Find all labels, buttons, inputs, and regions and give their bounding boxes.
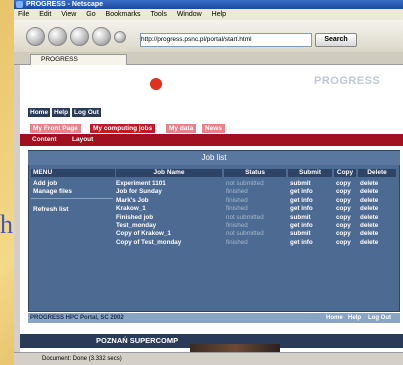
pionier-logo: PIONIER [120, 84, 147, 91]
job-row-status: finished [226, 222, 248, 229]
menu-edit[interactable]: Edit [39, 11, 51, 18]
window-titlebar: PROGRESS - Netscape [14, 0, 403, 9]
sun-logo: Sun [68, 76, 89, 91]
job-row-submit[interactable]: get info [290, 205, 313, 213]
job-row-status: not submitted [226, 213, 264, 221]
job-row-delete[interactable]: delete [360, 180, 378, 188]
job-row-status: finished [226, 205, 248, 213]
job-row-status: finished [226, 196, 248, 204]
job-row-name[interactable]: Job for Sunday [116, 188, 162, 196]
window-title: PROGRESS - Netscape [26, 1, 104, 8]
menu-file[interactable]: File [18, 11, 29, 18]
job-row-delete[interactable]: delete [360, 230, 378, 238]
status-text: Document: Done (3.332 secs) [42, 356, 122, 362]
job-row-delete[interactable]: delete [360, 188, 378, 196]
job-row-name[interactable]: Experiment 1101 [116, 180, 166, 188]
job-row-copy[interactable]: copy [336, 180, 351, 188]
col-delete[interactable]: Delete [358, 169, 396, 177]
job-row-submit[interactable]: get info [290, 188, 313, 196]
job-row-delete[interactable]: delete [360, 222, 378, 230]
job-row-status: not submitted [226, 230, 264, 238]
tab-my-computing-jobs[interactable]: My computing jobs [90, 124, 156, 133]
tab-my-data[interactable]: My data [166, 124, 197, 133]
subtab-content[interactable]: Content [32, 134, 57, 146]
top-link-home[interactable]: Home [28, 108, 51, 117]
kbn-logo: kbn [24, 77, 46, 91]
home-icon[interactable] [114, 31, 126, 43]
url-field[interactable]: http://progress.psnc.pl/portal/start.htm… [140, 33, 312, 47]
job-row-name[interactable]: Test_monday [116, 222, 156, 230]
subtab-layout[interactable]: Layout [72, 134, 93, 146]
pionier-mark-icon [148, 76, 164, 92]
job-row-status: not submitted [226, 180, 264, 187]
job-row-copy[interactable]: copy [336, 188, 351, 196]
job-row-delete[interactable]: delete [360, 205, 378, 213]
job-row-submit[interactable]: submit [290, 230, 311, 238]
top-link-help[interactable]: Help [52, 108, 71, 117]
menu-add-job[interactable]: Add job [33, 180, 57, 187]
job-row-delete[interactable]: delete [360, 239, 378, 247]
menu-divider [31, 198, 113, 199]
job-row-submit[interactable]: get info [290, 222, 313, 230]
footer-copyright: PROGRESS HPC Portal, SC 2002 [30, 315, 124, 321]
job-row-copy[interactable]: copy [336, 205, 351, 213]
tab-news[interactable]: News [202, 124, 225, 133]
col-submit[interactable]: Submit [288, 169, 332, 177]
job-row-status: finished [226, 238, 248, 246]
bottom-banner-text: POZNAŃ SUPERCOMP [96, 336, 179, 345]
job-row-name[interactable]: Krakow_1 [116, 205, 146, 213]
job-row-copy[interactable]: copy [336, 230, 351, 238]
progress-logo: PROGRESS [314, 75, 381, 87]
col-job-name[interactable]: Job Name [116, 169, 222, 177]
side-glyph: h [0, 210, 13, 239]
back-icon[interactable] [26, 27, 45, 46]
top-link-logout[interactable]: Log Out [72, 108, 101, 117]
job-row-submit[interactable]: get info [290, 239, 313, 247]
netscape-icon [16, 1, 23, 8]
menubar: File Edit View Go Bookmarks Tools Window… [14, 9, 403, 20]
menu-bookmarks[interactable]: Bookmarks [106, 11, 141, 18]
menu-title: MENU [31, 169, 115, 177]
col-status[interactable]: Status [224, 169, 286, 177]
menu-manage-files[interactable]: Manage files [33, 188, 72, 195]
col-copy[interactable]: Copy [334, 169, 356, 177]
subtab-bar: Content Layout [20, 134, 403, 146]
status-bar: Document: Done (3.332 secs) [14, 352, 403, 365]
job-row-name[interactable]: Copy of Test_monday [116, 239, 181, 247]
joblist-title: Job list [28, 151, 400, 165]
job-row-delete[interactable]: delete [360, 214, 378, 222]
menu-refresh-list[interactable]: Refresh list [33, 206, 68, 213]
job-row-delete[interactable]: delete [360, 197, 378, 205]
footer-link-logout[interactable]: Log Out [368, 313, 391, 323]
portal-footer: PROGRESS HPC Portal, SC 2002 Home Help L… [28, 313, 400, 323]
menu-help[interactable]: Help [212, 11, 226, 18]
job-row-copy[interactable]: copy [336, 239, 351, 247]
job-row-status: finished [226, 188, 248, 196]
menu-view[interactable]: View [61, 11, 76, 18]
footer-link-home[interactable]: Home [326, 313, 343, 323]
tab-my-front-page[interactable]: My Front Page [30, 124, 81, 133]
forward-icon[interactable] [48, 27, 67, 46]
job-row-submit[interactable]: submit [290, 214, 311, 222]
job-row-copy[interactable]: copy [336, 222, 351, 230]
job-row-copy[interactable]: copy [336, 197, 351, 205]
job-row-name[interactable]: Copy of Krakow_1 [116, 230, 171, 238]
job-row-submit[interactable]: get info [290, 197, 313, 205]
job-row-submit[interactable]: submit [290, 180, 311, 188]
job-row-name[interactable]: Mark's Job [116, 197, 149, 205]
search-button[interactable]: Search [315, 33, 357, 47]
job-row-copy[interactable]: copy [336, 214, 351, 222]
stop-icon[interactable] [92, 27, 111, 46]
tab-progress-label: PROGRESS [41, 56, 78, 63]
reload-icon[interactable] [70, 27, 89, 46]
menu-tools[interactable]: Tools [151, 11, 167, 18]
menu-window[interactable]: Window [177, 11, 202, 18]
job-row-name[interactable]: Finished job [116, 214, 153, 222]
footer-link-help[interactable]: Help [348, 313, 361, 323]
menu-go[interactable]: Go [86, 11, 95, 18]
tab-progress[interactable]: PROGRESS [30, 54, 127, 65]
